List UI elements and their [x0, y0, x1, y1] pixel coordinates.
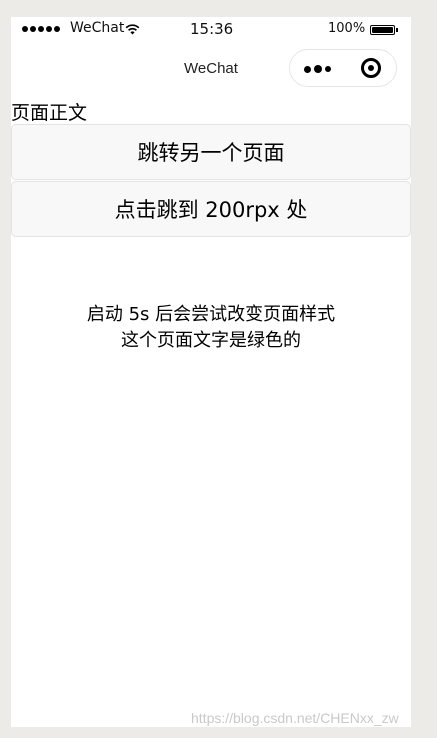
- menu-capsule: [289, 49, 397, 87]
- navigate-page-button[interactable]: 跳转另一个页面: [11, 124, 411, 180]
- more-icon[interactable]: [304, 65, 331, 73]
- signal-strength-icon: [22, 26, 60, 32]
- close-miniprogram-icon[interactable]: [361, 58, 381, 78]
- watermark: https://blog.csdn.net/CHENxx_zw: [191, 710, 399, 726]
- status-bar: WeChat 15:36 100%: [11, 17, 411, 41]
- clock: 15:36: [190, 20, 234, 38]
- carrier-name: WeChat: [70, 20, 125, 36]
- phone-screen: WeChat 15:36 100% WeChat 页面正文 跳转另一个页面 点击…: [11, 17, 411, 727]
- battery-icon: [370, 25, 395, 35]
- notice-line: 启动 5s 后会尝试改变页面样式: [86, 304, 336, 325]
- page-body-label: 页面正文: [11, 102, 88, 124]
- scroll-to-200rpx-button[interactable]: 点击跳到 200rpx 处: [11, 181, 411, 237]
- notice-line: 这个页面文字是绿色的: [121, 330, 301, 351]
- wifi-icon: [125, 24, 140, 35]
- notice-text: 启动 5s 后会尝试改变页面样式 这个页面文字是绿色的: [11, 302, 411, 354]
- battery-percent: 100%: [328, 21, 366, 36]
- battery-tip: [396, 28, 398, 32]
